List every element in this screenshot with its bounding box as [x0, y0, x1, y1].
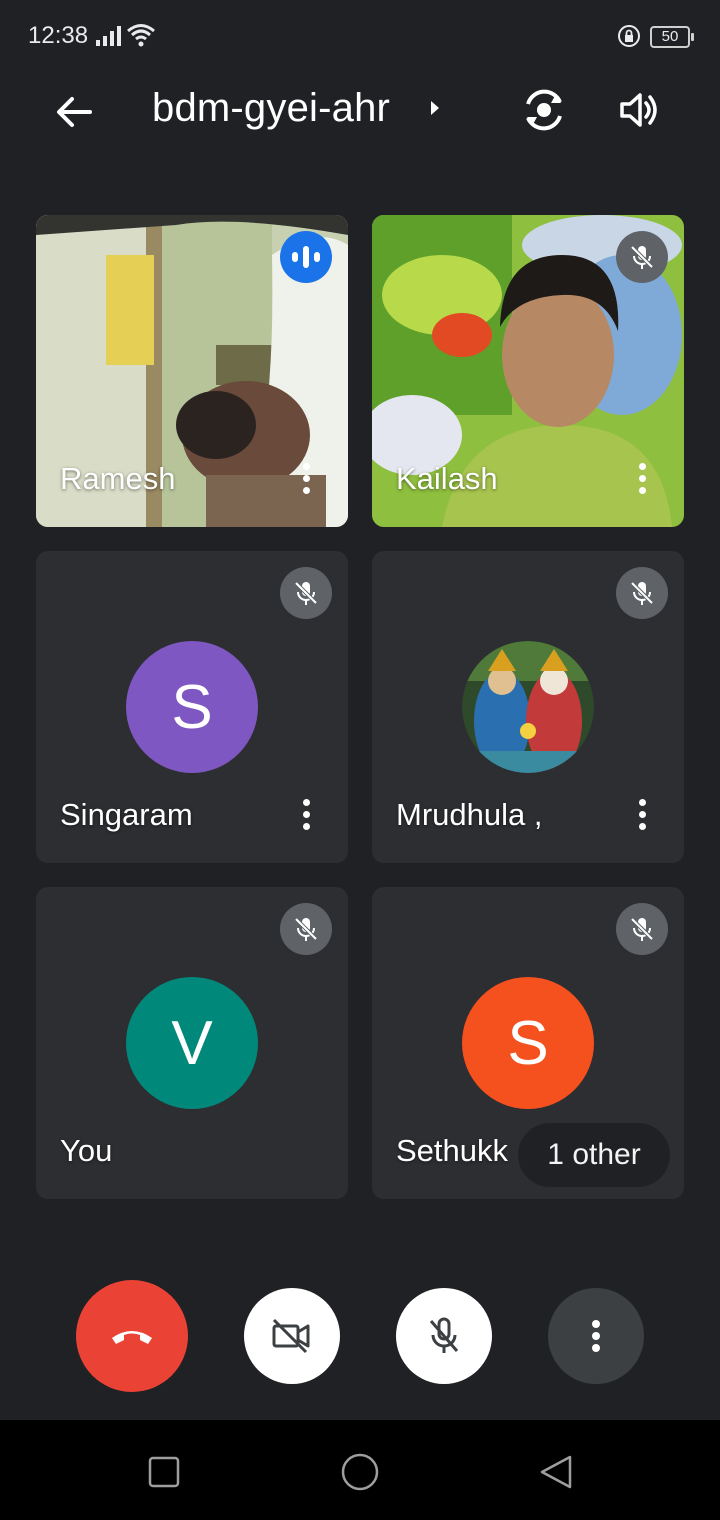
mic-off-badge [280, 903, 332, 955]
participant-name: You [60, 1133, 113, 1168]
avatar-initial: V [171, 1008, 213, 1078]
mic-off-badge [280, 567, 332, 619]
microphone-toggle-button[interactable] [396, 1288, 492, 1384]
avatar: V [126, 977, 258, 1109]
mic-off-icon [294, 917, 318, 941]
avatar: S [126, 641, 258, 773]
audio-level-icon [292, 246, 320, 268]
participant-tile[interactable]: S Singaram [36, 551, 348, 863]
mic-off-icon [630, 917, 654, 941]
meeting-header: bdm-gyei-ahr [0, 72, 720, 152]
switch-camera-icon[interactable] [520, 86, 568, 134]
more-vert-icon[interactable] [636, 799, 648, 833]
more-options-button[interactable] [548, 1288, 644, 1384]
camera-off-icon [272, 1318, 310, 1354]
cell-signal-icon [96, 26, 121, 46]
mic-off-icon [630, 245, 654, 269]
end-call-button[interactable] [76, 1280, 188, 1392]
speaker-icon[interactable] [616, 88, 660, 132]
participant-name: Mrudhula , [396, 797, 543, 832]
more-vert-icon[interactable] [300, 799, 312, 833]
participant-tile[interactable]: Mrudhula , [372, 551, 684, 863]
avatar-initial: S [171, 672, 213, 742]
call-controls [0, 1280, 720, 1392]
participant-name: Sethukk [396, 1133, 509, 1168]
system-navigation-bar [0, 1420, 720, 1520]
meeting-code[interactable]: bdm-gyei-ahr [152, 86, 390, 131]
battery-indicator: 50 [650, 26, 694, 48]
more-vert-icon[interactable] [636, 463, 648, 497]
avatar-initial: S [507, 1008, 549, 1078]
mic-off-badge [616, 231, 668, 283]
mic-off-icon [429, 1317, 459, 1353]
home-icon[interactable] [340, 1452, 380, 1492]
avatar: S [462, 977, 594, 1109]
more-vert-icon [592, 1316, 600, 1356]
more-vert-icon[interactable] [300, 463, 312, 497]
mic-off-icon [294, 581, 318, 605]
speaking-indicator [280, 231, 332, 283]
mic-off-badge [616, 903, 668, 955]
camera-toggle-button[interactable] [244, 1288, 340, 1384]
participant-tile-self[interactable]: V You [36, 887, 348, 1199]
end-call-icon [112, 1331, 152, 1344]
participant-name: Kailash [396, 461, 498, 496]
participant-name: Singaram [60, 797, 193, 832]
status-time: 12:38 [28, 22, 89, 49]
wifi-icon [127, 24, 155, 47]
participant-tile[interactable]: Ramesh [36, 215, 348, 527]
avatar-photo [462, 641, 594, 773]
status-bar: 12:38 50 [0, 0, 720, 72]
participant-name: Ramesh [60, 461, 176, 496]
caret-right-icon[interactable] [428, 98, 442, 118]
back-arrow-icon[interactable] [52, 90, 96, 134]
other-participants-button[interactable]: 1 other [518, 1123, 670, 1187]
mic-off-icon [630, 581, 654, 605]
back-triangle-icon[interactable] [538, 1454, 574, 1490]
mic-off-badge [616, 567, 668, 619]
lock-rotation-icon [618, 25, 640, 47]
participant-tile[interactable]: Kailash [372, 215, 684, 527]
recents-icon[interactable] [148, 1456, 180, 1488]
